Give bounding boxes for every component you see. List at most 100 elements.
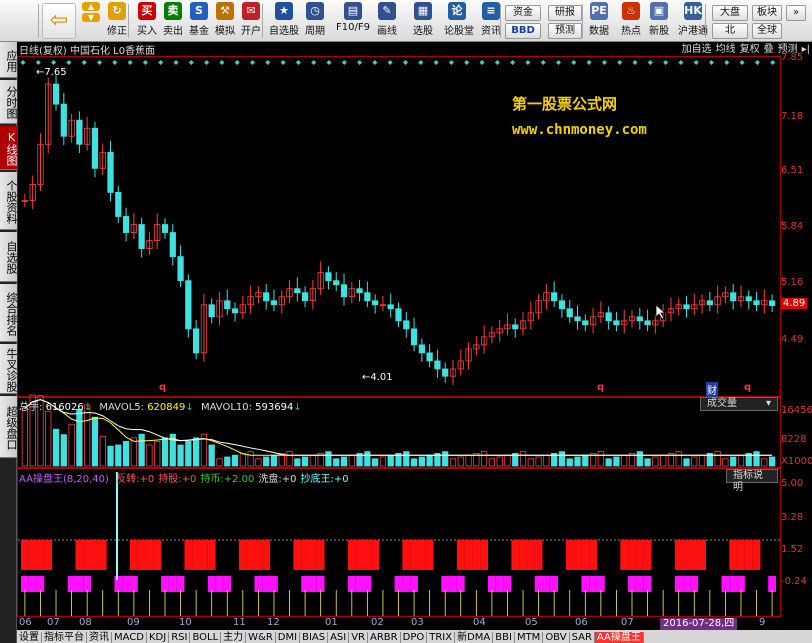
diamond-marker: [601, 60, 607, 65]
header-button-2[interactable]: 复权: [738, 43, 762, 57]
bottom-tab-18[interactable]: MTM: [515, 632, 544, 643]
bottom-tab-7[interactable]: 主力: [221, 632, 247, 643]
bottom-tab-8[interactable]: W&R: [246, 632, 276, 643]
yanbao-button[interactable]: 研报: [548, 5, 582, 21]
indicator-red-bar: [589, 540, 597, 570]
left-tab-6[interactable]: 牛叉诊股: [0, 344, 18, 394]
beishi-button[interactable]: 北: [712, 23, 748, 39]
toolbar-button-11[interactable]: 论论股堂: [444, 2, 474, 40]
candle-body: [582, 320, 589, 326]
bbd-button[interactable]: BBD: [505, 23, 541, 39]
indicator-help-button[interactable]: 指标说明: [726, 469, 778, 493]
diamond-marker: [204, 60, 210, 65]
diamond-marker: [372, 60, 378, 65]
indicator-red-bar: [402, 540, 411, 570]
indicator-red-bar: [729, 540, 738, 570]
candle-body: [193, 328, 200, 354]
q-marker[interactable]: q: [744, 382, 751, 393]
left-tab-2[interactable]: K线图: [0, 126, 18, 170]
back-arrow-icon[interactable]: ⇦: [42, 3, 76, 39]
bottom-tab-15[interactable]: TRIX: [427, 632, 456, 643]
zijin-button[interactable]: 资金: [505, 5, 541, 21]
volume-bar: [348, 454, 355, 467]
header-button-1[interactable]: 均线: [714, 43, 738, 57]
toolbar-button-6[interactable]: ★ 自选股: [267, 2, 301, 40]
toolbar-button-8[interactable]: ▤ F10/F9: [336, 2, 370, 40]
left-tab-5[interactable]: 综合排名: [0, 284, 18, 342]
volume-bar: [426, 454, 433, 467]
left-tab-0[interactable]: 应用: [0, 42, 18, 78]
bottom-tab-20[interactable]: SAR: [570, 632, 595, 643]
bottom-tab-13[interactable]: ARBR: [368, 632, 401, 643]
q-marker[interactable]: q: [159, 382, 166, 393]
bottom-tab-12[interactable]: VR: [349, 632, 369, 643]
volume-selector[interactable]: 成交量 ▾: [700, 397, 778, 411]
dapan-button[interactable]: 大盘: [712, 5, 748, 21]
volume-bar: [263, 456, 270, 467]
yuce-button[interactable]: 预测: [548, 23, 582, 39]
toolbar-button-2[interactable]: 卖卖出: [160, 2, 186, 40]
q-marker[interactable]: q: [597, 382, 604, 393]
header-button-0[interactable]: 加自选: [680, 43, 714, 57]
volume-bar: [722, 458, 729, 467]
volume-bar: [519, 451, 527, 467]
left-tab-1[interactable]: 分时图: [0, 80, 18, 124]
bottom-tab-16[interactable]: 新DMA: [455, 632, 494, 643]
left-tab-7[interactable]: 超级盘口: [0, 396, 18, 458]
diamond-marker: [433, 60, 439, 65]
toolbar-label: 数据: [589, 26, 609, 37]
bottom-tab-9[interactable]: DMI: [276, 632, 301, 643]
volume-bar: [379, 456, 387, 467]
diamond-marker: [219, 60, 225, 65]
volume-bar: [449, 458, 457, 467]
volume-bar: [130, 437, 137, 467]
toolbar-button-3[interactable]: S 基金: [186, 2, 212, 40]
bottom-tab-19[interactable]: OBV: [543, 632, 570, 643]
volume-bar: [496, 456, 503, 467]
bottom-tab-14[interactable]: DPO: [401, 632, 428, 643]
toolbar-button-1[interactable]: 买买入: [134, 2, 160, 40]
header-button-3[interactable]: 叠: [762, 43, 776, 57]
bankuai-button[interactable]: 板块: [752, 5, 782, 21]
bottom-tab-11[interactable]: ASI: [328, 632, 350, 643]
volume-bar: [154, 440, 161, 467]
toolbar-button-15[interactable]: ▣ 新股: [646, 2, 672, 40]
toolbar-updown[interactable]: ▲ ▼: [80, 2, 102, 40]
more-arrow-icon[interactable]: »: [786, 5, 806, 21]
bottom-tab-5[interactable]: RSI: [169, 632, 191, 643]
toolbar-button-0[interactable]: ↻ 修正: [104, 2, 130, 40]
toolbar-button-13[interactable]: PE 数据: [586, 2, 612, 40]
toolbar-button-4[interactable]: ⚒ 模拟: [212, 2, 238, 40]
volume-bar: [410, 458, 418, 467]
toolbar-button-9[interactable]: ✎ 画线: [374, 2, 400, 40]
diamond-marker: [357, 60, 363, 65]
indicator-magenta-bar: [168, 576, 177, 592]
kline-chart[interactable]: [17, 56, 812, 617]
cai-marker[interactable]: 财: [706, 382, 718, 397]
indicator-magenta-bar: [495, 576, 504, 592]
left-tab-4[interactable]: 自选股: [0, 232, 18, 282]
mouse-cursor-icon: [655, 304, 667, 320]
bottom-tab-1[interactable]: 指标平台: [42, 632, 87, 643]
bottom-tab-2[interactable]: 资讯: [87, 632, 112, 643]
bottom-tab-6[interactable]: BOLL: [190, 632, 222, 643]
bottom-tab-10[interactable]: BIAS: [300, 632, 329, 643]
bottom-tab-3[interactable]: MACD: [112, 632, 147, 643]
indicator-item-value: +0: [333, 474, 349, 485]
bottom-tab-0[interactable]: 设置: [17, 632, 42, 643]
toolbar-button-10[interactable]: ▦ 选股: [410, 2, 436, 40]
volume-bar: [247, 451, 254, 467]
bottom-tab-21[interactable]: AA操盘王: [594, 632, 644, 643]
bottom-tab-4[interactable]: KDJ: [147, 632, 170, 643]
toolbar-button-7[interactable]: ◷ 周期: [302, 2, 328, 40]
volume-bar: [605, 458, 612, 467]
indicator-red-bar: [192, 540, 201, 570]
left-tab-3[interactable]: 个股资料: [0, 172, 18, 230]
diamond-marker: [709, 60, 714, 65]
bottom-tab-17[interactable]: BBI: [493, 632, 515, 643]
quanqiu-button[interactable]: 全球: [752, 23, 782, 39]
toolbar-button-14[interactable]: ♨ 热点: [618, 2, 644, 40]
candle-body: [574, 316, 581, 322]
indicator-red-bar: [690, 540, 699, 570]
toolbar-button-5[interactable]: ✉ 开户: [238, 2, 264, 40]
